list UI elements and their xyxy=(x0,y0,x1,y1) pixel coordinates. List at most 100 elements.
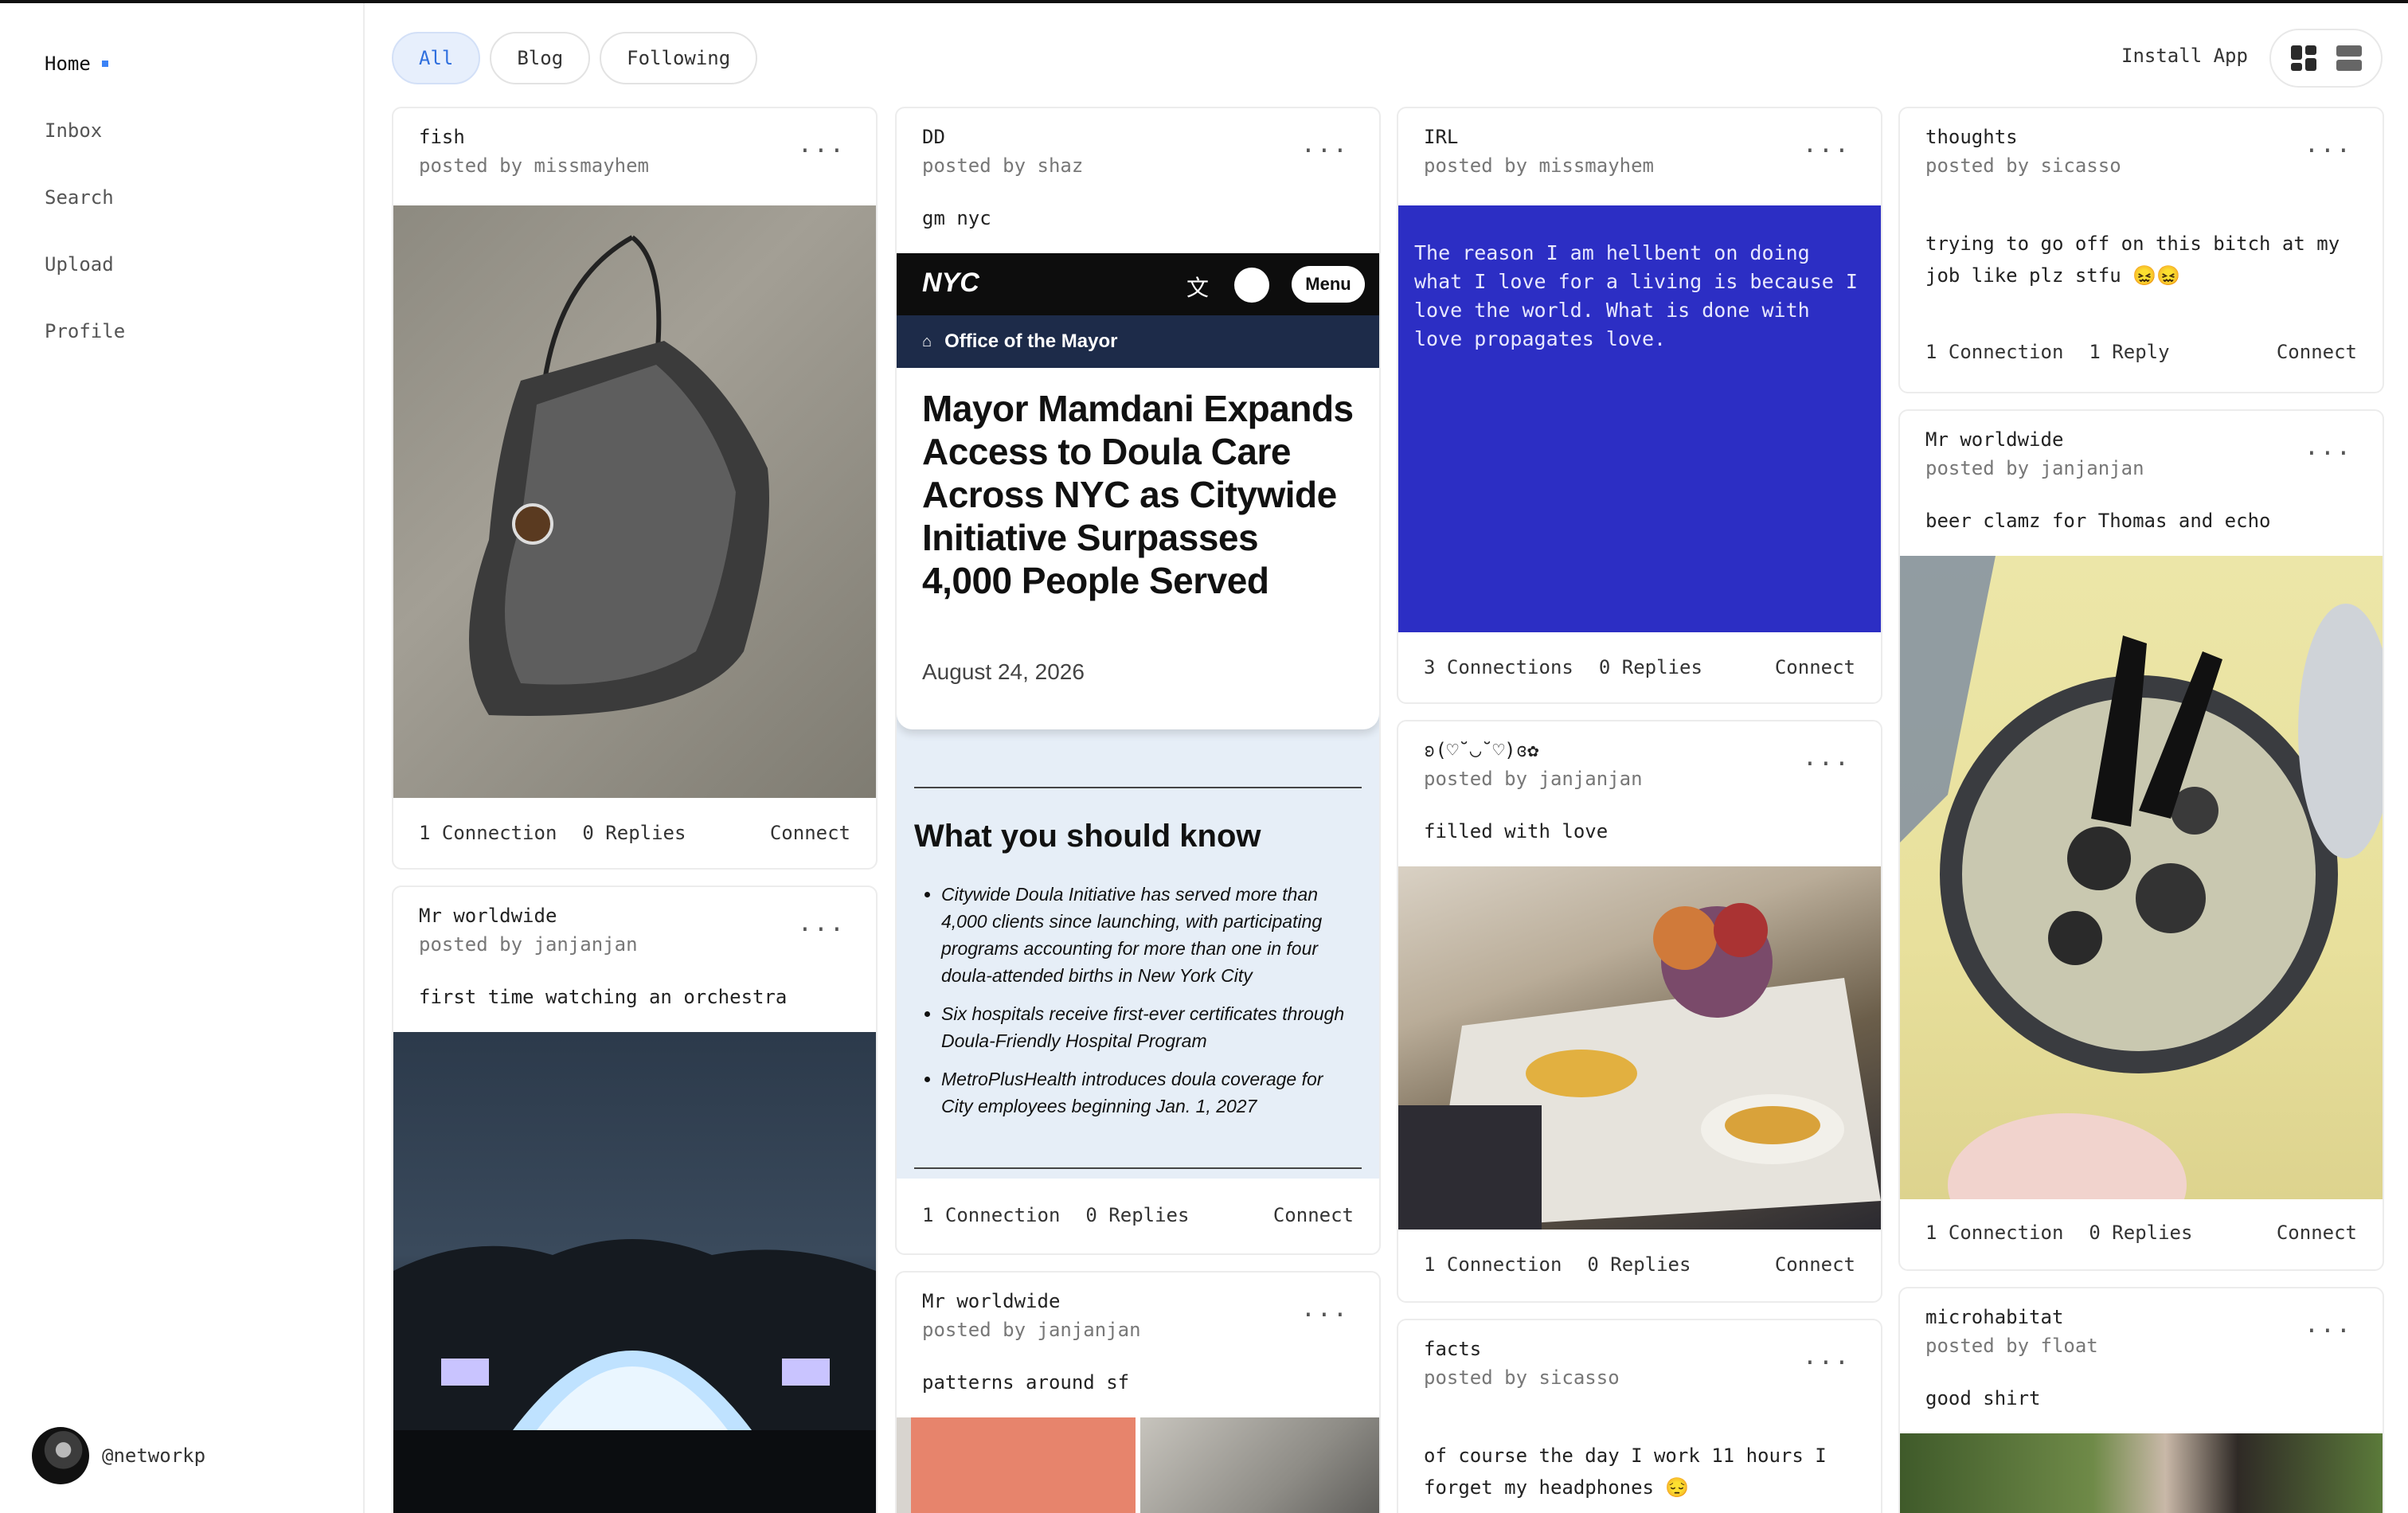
current-user[interactable]: @networkp xyxy=(32,1427,205,1484)
sidebar-item-profile[interactable]: Profile xyxy=(45,320,125,342)
connections-count[interactable]: 1 Connection xyxy=(1424,1253,1562,1276)
nyc-office-label: Office of the Mayor xyxy=(944,330,1118,352)
post-card[interactable]: Mr worldwide posted by janjanjan ... firs… xyxy=(392,886,878,1513)
more-options-icon[interactable]: ... xyxy=(1803,133,1851,157)
more-options-icon[interactable]: ... xyxy=(1301,133,1349,157)
post-image[interactable] xyxy=(1900,1433,2383,1513)
connections-count[interactable]: 3 Connections xyxy=(1424,656,1573,678)
post-image[interactable] xyxy=(1398,866,1881,1230)
filter-blog[interactable]: Blog xyxy=(490,32,591,84)
post-footer: 1 Connection 0 Replies Connect xyxy=(419,822,850,844)
post-author[interactable]: posted by janjanjan xyxy=(1925,454,2144,483)
post-author[interactable]: posted by janjanjan xyxy=(922,1316,1141,1344)
replies-count[interactable]: 0 Replies xyxy=(1599,656,1702,678)
grid-view-icon[interactable] xyxy=(2289,44,2318,72)
connections-count[interactable]: 1 Connection xyxy=(1925,341,2063,363)
post-caption: of course the day I work 11 hours I forg… xyxy=(1424,1445,1827,1499)
post-footer: 1 Connection 0 Replies Connect xyxy=(922,1204,1354,1226)
post-caption: first time watching an orchestra xyxy=(419,986,788,1008)
nyc-date: August 24, 2026 xyxy=(922,659,1085,684)
nyc-office-bar: ⌂ Office of the Mayor xyxy=(897,315,1379,368)
more-options-icon[interactable]: ... xyxy=(1803,1345,1851,1369)
post-card[interactable]: DD posted by shaz ... gm nyc NYC 文 Menu ⌂… xyxy=(895,107,1381,1255)
connect-button[interactable]: Connect xyxy=(2277,1222,2357,1244)
nyc-menu-button: Menu xyxy=(1292,266,1365,303)
connections-count[interactable]: 1 Connection xyxy=(419,822,557,844)
post-image[interactable] xyxy=(897,1417,1379,1513)
replies-count[interactable]: 0 Replies xyxy=(582,822,686,844)
post-caption: beer clamz for Thomas and echo xyxy=(1925,510,2271,532)
connect-button[interactable]: Connect xyxy=(1775,656,1855,678)
post-card[interactable]: fish posted by missmayhem ... 1 Connectio… xyxy=(392,107,878,870)
sidebar-item-search[interactable]: Search xyxy=(45,186,114,209)
connections-count[interactable]: 1 Connection xyxy=(922,1204,1060,1226)
sidebar-item-inbox[interactable]: Inbox xyxy=(45,119,102,142)
post-author[interactable]: posted by missmayhem xyxy=(419,151,649,180)
replies-count[interactable]: 1 Reply xyxy=(2089,341,2169,363)
post-image[interactable] xyxy=(1900,556,2383,1257)
post-author[interactable]: posted by janjanjan xyxy=(1424,764,1643,793)
nyc-site-header: NYC 文 Menu xyxy=(897,253,1379,315)
search-icon xyxy=(1234,268,1269,303)
post-title: Mr worldwide xyxy=(1925,428,2064,451)
connect-button[interactable]: Connect xyxy=(1273,1204,1354,1226)
more-options-icon[interactable]: ... xyxy=(1301,1297,1349,1321)
post-card[interactable]: facts posted by sicasso ... of course the… xyxy=(1397,1319,1882,1513)
home-icon: ⌂ xyxy=(922,332,932,350)
post-caption: filled with love xyxy=(1424,820,1609,843)
post-title: thoughts xyxy=(1925,126,2018,148)
more-options-icon[interactable]: ... xyxy=(1803,746,1851,770)
post-image[interactable] xyxy=(393,1032,876,1513)
nyc-bullet-list: Citywide Doula Initiative has served mor… xyxy=(941,881,1355,1131)
post-author[interactable]: posted by janjanjan xyxy=(419,930,638,959)
post-card[interactable]: microhabitat posted by float ... good shi… xyxy=(1898,1287,2384,1513)
post-card[interactable]: IRL posted by missmayhem ... The reason I… xyxy=(1397,107,1882,704)
sidebar-item-upload[interactable]: Upload xyxy=(45,253,114,276)
fish-bag-image xyxy=(469,235,769,716)
sidebar: Home Inbox Search Upload Profile @networ… xyxy=(0,3,365,1513)
post-card[interactable]: thoughts posted by sicasso ... trying to … xyxy=(1898,107,2384,393)
post-title: Mr worldwide xyxy=(922,1290,1061,1312)
post-author[interactable]: posted by sicasso xyxy=(1424,1363,1620,1392)
post-caption: gm nyc xyxy=(922,207,991,229)
list-item: MetroPlusHealth introduces doula coverag… xyxy=(941,1065,1355,1120)
list-view-icon[interactable] xyxy=(2335,44,2363,72)
post-author[interactable]: posted by float xyxy=(1925,1331,2098,1360)
image-tile xyxy=(897,1417,1136,1513)
nyc-headline: Mayor Mamdani Expands Access to Doula Ca… xyxy=(922,388,1354,601)
filter-all[interactable]: All xyxy=(392,32,481,84)
more-options-icon[interactable]: ... xyxy=(798,133,846,157)
post-title: ʚ(♡˘◡˘♡)ɞ✿ xyxy=(1424,739,1539,761)
connect-button[interactable]: Connect xyxy=(1775,1253,1855,1276)
sidebar-item-label: Home xyxy=(45,53,91,75)
replies-count[interactable]: 0 Replies xyxy=(2089,1222,2192,1244)
more-options-icon[interactable]: ... xyxy=(2304,436,2352,459)
connect-button[interactable]: Connect xyxy=(2277,341,2357,363)
image-tile xyxy=(1140,1417,1379,1513)
sidebar-item-home[interactable]: Home xyxy=(45,53,108,75)
view-toggle xyxy=(2269,29,2383,88)
post-card[interactable]: Mr worldwide posted by janjanjan ... patt… xyxy=(895,1271,1381,1513)
post-caption: patterns around sf xyxy=(922,1371,1130,1394)
post-image[interactable] xyxy=(393,205,876,798)
post-title: Mr worldwide xyxy=(419,905,557,927)
post-card[interactable]: Mr worldwide posted by janjanjan ... beer… xyxy=(1898,409,2384,1271)
connections-count[interactable]: 1 Connection xyxy=(1925,1222,2063,1244)
filter-following[interactable]: Following xyxy=(600,32,758,84)
replies-count[interactable]: 0 Replies xyxy=(1587,1253,1691,1276)
post-author[interactable]: posted by sicasso xyxy=(1925,151,2121,180)
post-footer: 1 Connection 0 Replies Connect xyxy=(1424,1253,1855,1276)
more-options-icon[interactable]: ... xyxy=(798,912,846,936)
post-title: microhabitat xyxy=(1925,1306,2064,1328)
replies-count[interactable]: 0 Replies xyxy=(1085,1204,1189,1226)
nyc-know-title: What you should know xyxy=(914,819,1261,854)
post-card[interactable]: ʚ(♡˘◡˘♡)ɞ✿ posted by janjanjan ... filled… xyxy=(1397,720,1882,1303)
connect-button[interactable]: Connect xyxy=(770,822,850,844)
post-author[interactable]: posted by shaz xyxy=(922,151,1083,180)
post-author[interactable]: posted by missmayhem xyxy=(1424,151,1654,180)
more-options-icon[interactable]: ... xyxy=(2304,1313,2352,1337)
install-app-link[interactable]: Install App xyxy=(2121,45,2248,67)
post-caption: good shirt xyxy=(1925,1387,2041,1409)
translate-icon: 文 xyxy=(1186,275,1210,301)
more-options-icon[interactable]: ... xyxy=(2304,133,2352,157)
